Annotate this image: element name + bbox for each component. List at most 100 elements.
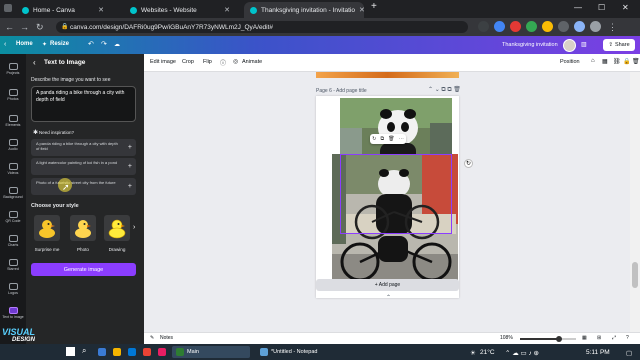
chevron-up-icon[interactable]: ⌃ (386, 294, 391, 301)
extension-icon[interactable] (526, 21, 537, 32)
plus-icon[interactable]: + (128, 162, 132, 171)
browser-menu-icon[interactable]: ⋮ (608, 22, 617, 33)
chevron-right-icon[interactable]: › (133, 224, 135, 231)
design-title[interactable]: Thanksgiving invitation (502, 42, 558, 48)
rail-item-background[interactable]: Background (0, 182, 26, 204)
tab-close-icon[interactable]: ✕ (98, 6, 104, 14)
tab-home-canva[interactable]: Home - Canva ✕ (16, 2, 110, 18)
taskbar-app-notepad[interactable]: *Untitled - Notepad (256, 346, 336, 358)
back-icon[interactable]: ← (5, 22, 14, 32)
rail-item-starred[interactable]: Starred (0, 254, 26, 276)
zoom-level[interactable]: 108% (500, 335, 513, 341)
suggestion-card[interactable]: A panda riding a bike through a city wit… (31, 139, 136, 156)
rail-item-videos[interactable]: Videos (0, 158, 26, 180)
page-title-label[interactable]: Page 6 - Add page title (316, 88, 367, 94)
resize-button[interactable]: Resize (50, 41, 69, 47)
zoom-slider[interactable] (520, 336, 576, 342)
page-actions-icons[interactable]: ⌃ ⌄ ⧉ ⧉ 🗑 (428, 86, 461, 94)
animate-button[interactable]: Animate (242, 59, 262, 65)
rail-item-logos[interactable]: Logos (0, 278, 26, 300)
window-close-button[interactable]: ✕ (622, 3, 629, 12)
paint-format-icon[interactable]: ⌂ (591, 58, 595, 64)
fullscreen-icon[interactable]: ⤢ (612, 335, 616, 341)
profile-avatar[interactable] (590, 21, 601, 32)
transparency-icon[interactable]: ▦ (602, 58, 608, 65)
file-explorer-icon[interactable] (113, 348, 121, 356)
duplicate-icon[interactable]: ⧉ (381, 136, 385, 142)
info-icon[interactable]: ⓘ (220, 58, 226, 67)
forward-icon[interactable]: → (20, 22, 29, 32)
rail-item-qr-code[interactable]: QR Code (0, 206, 26, 228)
taskbar-app-main[interactable]: Main (172, 346, 250, 358)
clock[interactable]: 5:11 PM (586, 349, 610, 356)
back-arrow-icon[interactable]: ‹ (33, 58, 36, 67)
rail-item-projects[interactable]: Projects (0, 58, 26, 80)
page-count-icon[interactable]: ▦ (582, 335, 587, 341)
refresh-icon[interactable]: ↻ (464, 159, 473, 168)
avatar[interactable] (563, 39, 576, 52)
add-page-button[interactable]: + Add page (316, 279, 459, 291)
flip-button[interactable]: Flip (203, 59, 212, 65)
lock-icon[interactable]: 🔒 (623, 58, 630, 65)
prompt-textarea[interactable]: A panda riding a bike through a city wit… (31, 86, 136, 122)
home-link[interactable]: Home (16, 41, 33, 47)
rail-item-audio[interactable]: Audio (0, 134, 26, 156)
style-surprise-me[interactable] (34, 215, 60, 241)
edit-image-button[interactable]: Edit image (150, 59, 176, 65)
app-icon[interactable] (158, 348, 166, 356)
scrollbar-thumb[interactable] (632, 262, 638, 288)
crop-button[interactable]: Crop (182, 59, 194, 65)
tab-search-icon[interactable] (4, 4, 12, 12)
more-icon[interactable]: ⋯ (399, 136, 404, 142)
plus-icon[interactable]: + (128, 182, 132, 191)
notification-icon[interactable]: ▢ (626, 349, 632, 357)
canvas-scrollbar[interactable] (630, 72, 640, 332)
tab-thanksgiving-invitation[interactable]: Thanksgiving invitation - Invitatio ✕ (244, 2, 364, 18)
windows-start-icon[interactable] (66, 347, 75, 356)
back-chevron-icon[interactable]: ‹ (4, 41, 6, 48)
profile-avatar[interactable] (574, 21, 585, 32)
generate-image-button[interactable]: Generate image (31, 263, 136, 276)
plus-icon[interactable]: + (128, 143, 132, 152)
redo-icon[interactable]: ↷ (101, 40, 107, 48)
link-icon[interactable]: ⛓ (613, 58, 621, 65)
tab-close-icon[interactable]: ✕ (224, 6, 230, 14)
new-tab-button[interactable]: + (371, 1, 377, 12)
style-drawing[interactable] (104, 215, 130, 241)
rail-item-text-to-image[interactable]: Text to image (0, 302, 26, 324)
help-icon[interactable]: ? (626, 335, 629, 341)
suggestion-card[interactable]: A light watercolor painting of koi fish … (31, 158, 136, 175)
edge-icon[interactable] (128, 348, 136, 356)
position-button[interactable]: Position (560, 59, 580, 65)
tab-websites[interactable]: Websites - Website ✕ (124, 2, 236, 18)
address-bar[interactable]: 🔒 canva.com/design/DAFRi0ug9Pw/iGBuAnY7R… (56, 21, 468, 33)
rail-item-elements[interactable]: Elements (0, 110, 26, 132)
notes-icon[interactable]: ✎ (150, 335, 154, 341)
notes-button[interactable]: Notes (160, 335, 173, 341)
maximize-button[interactable]: ☐ (598, 3, 605, 12)
puzzle-icon[interactable] (558, 21, 569, 32)
share-button[interactable]: ⇪ Share (603, 39, 635, 51)
delete-icon[interactable]: 🗑 (388, 136, 394, 142)
extension-icon[interactable] (478, 21, 489, 32)
chrome-icon[interactable] (143, 348, 151, 356)
rail-item-photos[interactable]: Photos (0, 84, 26, 106)
rail-item-charts[interactable]: Charts (0, 230, 26, 252)
reload-icon[interactable]: ↻ (36, 22, 44, 33)
grid-view-icon[interactable]: ⊞ (597, 335, 601, 341)
weather-icon[interactable]: ☀ (470, 349, 476, 357)
minimize-button[interactable]: — (574, 3, 582, 12)
extension-icon[interactable] (494, 21, 505, 32)
extension-icon[interactable] (542, 21, 553, 32)
temperature[interactable]: 21°C (480, 349, 495, 356)
search-icon[interactable]: ⌕ (82, 346, 86, 356)
stats-icon[interactable]: ▥ (581, 41, 587, 48)
style-photo[interactable] (70, 215, 96, 241)
delete-icon[interactable]: 🗑 (632, 58, 640, 65)
tray-icons[interactable]: ⌃ ☁ ▭ ♪ ⊕ (505, 349, 539, 357)
suggestion-card[interactable]: Photo of a futuristic street city from t… (31, 178, 136, 195)
undo-icon[interactable]: ↶ (88, 40, 94, 48)
tab-close-icon[interactable]: ✕ (359, 6, 364, 14)
task-view-icon[interactable] (98, 348, 106, 356)
rotate-icon[interactable]: ↻ (372, 136, 376, 142)
